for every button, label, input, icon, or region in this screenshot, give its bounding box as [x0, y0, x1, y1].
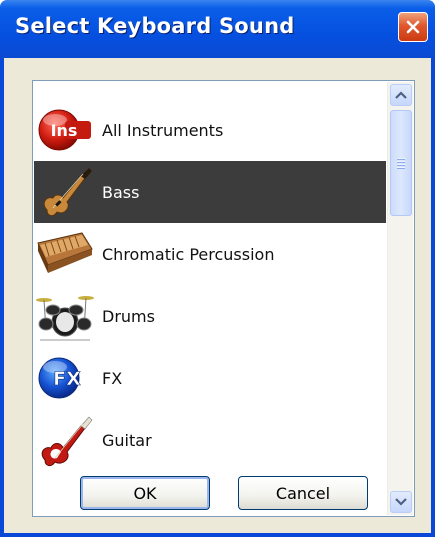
thumb-grip [397, 156, 405, 170]
fx-icon: FX [34, 347, 96, 409]
dialog-window: Select Keyboard Sound Ins All Instrument… [0, 0, 435, 537]
electric-guitar-icon [34, 409, 96, 471]
cancel-button[interactable]: Cancel [238, 476, 368, 510]
instrument-list: Ins All Instruments Bass Chromatic Percu… [34, 82, 386, 515]
list-item-bass[interactable]: Bass [34, 161, 386, 223]
bass-guitar-icon [34, 161, 96, 223]
ins-badge-text: Ins [51, 121, 78, 140]
vertical-scrollbar[interactable] [387, 82, 413, 515]
list-item-all-instruments[interactable]: Ins All Instruments [34, 99, 386, 161]
scroll-up-icon [395, 91, 407, 99]
list-item-label: Guitar [102, 430, 152, 450]
list-item-guitar[interactable]: Guitar [34, 409, 386, 471]
scroll-thumb[interactable] [390, 110, 412, 216]
list-item-label: FX [102, 368, 123, 388]
list-item-label: Drums [102, 306, 155, 326]
scroll-up-button[interactable] [390, 84, 412, 106]
dialog-title: Select Keyboard Sound [15, 14, 295, 38]
fx-badge-text: FX [53, 368, 81, 390]
list-item-drums[interactable]: Drums [34, 285, 386, 347]
list-item-fx[interactable]: FX FX [34, 347, 386, 409]
drum-kit-icon [34, 285, 96, 347]
list-item-label: All Instruments [102, 120, 224, 140]
scroll-down-icon [395, 498, 407, 506]
list-item-label: Chromatic Percussion [102, 244, 275, 264]
xylophone-icon [34, 223, 96, 285]
scroll-down-button[interactable] [390, 491, 412, 513]
instrument-listbox[interactable]: Ins All Instruments Bass Chromatic Percu… [32, 80, 415, 517]
list-item-label: Bass [102, 182, 140, 202]
close-button[interactable] [398, 12, 428, 42]
close-icon [406, 20, 420, 34]
list-item-chromatic-percussion[interactable]: Chromatic Percussion [34, 223, 386, 285]
title-bar[interactable]: Select Keyboard Sound [0, 0, 435, 58]
all-instruments-icon: Ins [34, 99, 96, 161]
ok-button[interactable]: OK [80, 476, 210, 510]
dialog-body: Ins All Instruments Bass Chromatic Percu… [4, 58, 431, 533]
